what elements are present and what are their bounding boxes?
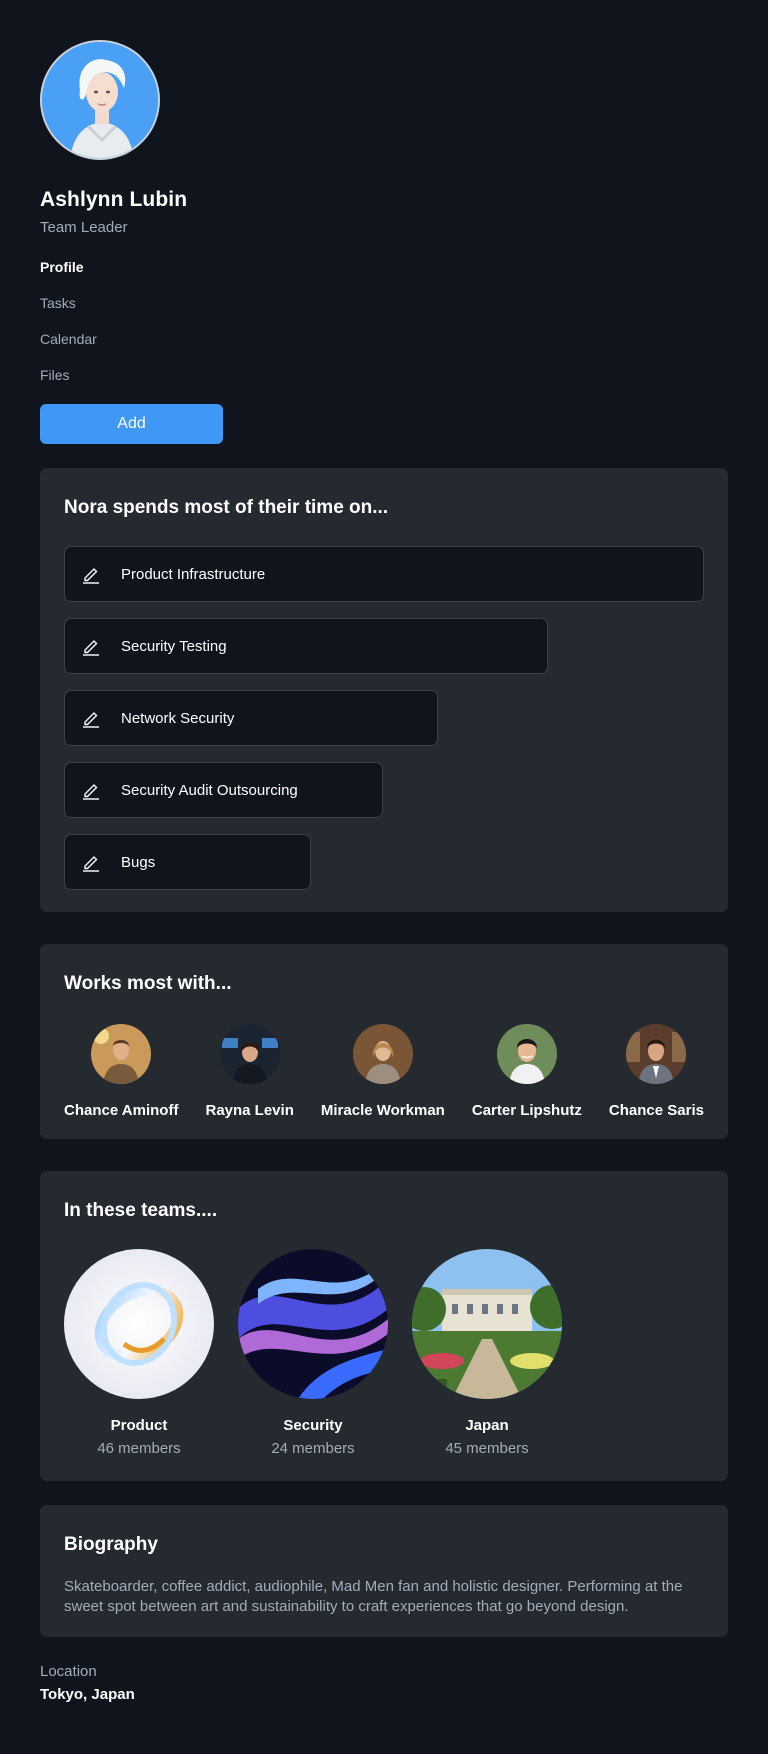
nav-item-profile[interactable]: Profile [40, 258, 728, 294]
team-members: 45 members [445, 1440, 529, 1457]
topic-item[interactable]: Security Audit Outsourcing [64, 762, 383, 818]
team-image [64, 1249, 214, 1399]
topic-label: Bugs [121, 853, 156, 871]
team-members: 46 members [97, 1440, 181, 1457]
person-item[interactable]: Chance Aminoff [64, 1024, 178, 1119]
team-item[interactable]: Japan 45 members [412, 1249, 562, 1457]
profile-name: Ashlynn Lubin [40, 188, 188, 211]
person-name: Chance Aminoff [64, 1102, 179, 1119]
person-name: Rayna Levin [205, 1102, 294, 1119]
pencil-icon [83, 712, 99, 728]
topic-label: Network Security [121, 709, 235, 727]
person-name: Chance Saris [608, 1102, 704, 1119]
team-item[interactable]: Product 46 members [64, 1249, 214, 1457]
profile-role: Team Leader [40, 219, 128, 236]
pencil-icon [83, 784, 99, 800]
topic-item[interactable]: Product Infrastructure [64, 546, 704, 602]
person-avatar [219, 1024, 280, 1084]
teams-title: In these teams.... [64, 1200, 218, 1221]
nav-item-files[interactable]: Files [40, 366, 728, 402]
biography-title: Biography [64, 1534, 158, 1555]
team-image [238, 1249, 388, 1399]
biography-card: Biography Skateboarder, coffee addict, a… [40, 1505, 728, 1637]
team-item[interactable]: Security 24 members [238, 1249, 388, 1457]
team-name: Security [283, 1417, 343, 1434]
topic-item[interactable]: Bugs [64, 834, 311, 890]
team-members: 24 members [271, 1440, 355, 1457]
add-button[interactable]: Add [40, 404, 223, 444]
avatar [40, 40, 160, 160]
biography-text: Skateboarder, coffee addict, audiophile,… [64, 1578, 683, 1615]
topic-item[interactable]: Security Testing [64, 618, 548, 674]
person-item[interactable]: Miracle Workman [321, 1024, 445, 1119]
person-item[interactable]: Rayna Levin [205, 1024, 294, 1119]
person-avatar [91, 1024, 152, 1084]
team-image [412, 1249, 562, 1399]
person-item[interactable]: Carter Lipshutz [472, 1024, 582, 1119]
team-name: Japan [465, 1417, 509, 1434]
people-list: Chance Aminoff Rayna Levin Miracle Workm… [64, 1024, 704, 1119]
teams-card: In these teams.... Product 46 members Se… [40, 1171, 728, 1481]
topic-label: Security Audit Outsourcing [121, 781, 298, 799]
team-name: Product [110, 1417, 168, 1434]
person-avatar [352, 1024, 413, 1084]
location-section: Location Tokyo, Japan [40, 1663, 728, 1703]
person-name: Carter Lipshutz [471, 1102, 582, 1119]
profile-page: Ashlynn Lubin Team Leader Profile Tasks … [0, 0, 768, 1703]
topic-label: Security Testing [121, 637, 227, 655]
person-name: Miracle Workman [320, 1102, 445, 1119]
time-spent-title: Nora spends most of their time on... [64, 497, 389, 518]
nav-item-calendar[interactable]: Calendar [40, 330, 728, 366]
person-avatar [626, 1024, 687, 1084]
person-avatar [496, 1024, 557, 1084]
nav-item-tasks[interactable]: Tasks [40, 294, 728, 330]
topic-label: Product Infrastructure [121, 565, 266, 583]
person-item[interactable]: Chance Saris [609, 1024, 704, 1119]
pencil-icon [83, 568, 99, 584]
works-with-title: Works most with... [64, 973, 232, 994]
location-label: Location [40, 1663, 97, 1680]
pencil-icon [83, 856, 99, 872]
works-with-card: Works most with... Chance Aminoff Rayna … [40, 944, 728, 1139]
topic-item[interactable]: Network Security [64, 690, 438, 746]
time-spent-card: Nora spends most of their time on... Pro… [40, 468, 728, 912]
topic-list: Product Infrastructure Security Testing … [64, 546, 704, 890]
profile-nav: Profile Tasks Calendar Files [40, 258, 728, 402]
location-value: Tokyo, Japan [40, 1686, 135, 1703]
pencil-icon [83, 640, 99, 656]
team-list: Product 46 members Security 24 members J… [64, 1249, 704, 1457]
